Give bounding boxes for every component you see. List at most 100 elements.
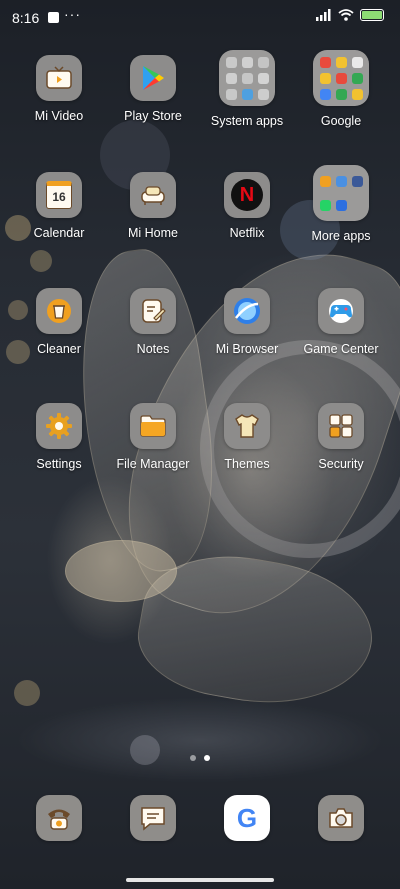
app-mi-video[interactable]: Mi Video <box>12 55 106 123</box>
app-play-store[interactable]: Play Store <box>106 55 200 123</box>
signal-icon <box>316 9 331 21</box>
folder-file-icon <box>130 403 176 449</box>
mini-app-icon <box>257 56 269 68</box>
google-logo-glyph: G <box>236 802 258 833</box>
app-settings[interactable]: Settings <box>12 403 106 471</box>
phone-icon <box>36 795 82 841</box>
notes-icon <box>130 288 176 334</box>
browser-icon <box>224 288 270 334</box>
mini-app-icon <box>335 56 347 68</box>
folder-more-apps[interactable]: More apps <box>294 165 388 243</box>
wallpaper-butterfly-body <box>65 540 177 602</box>
mini-app-icon <box>257 72 269 84</box>
mini-app-icon <box>335 88 347 100</box>
app-label: Notes <box>136 342 170 356</box>
app-label: More apps <box>311 229 371 243</box>
app-mi-browser[interactable]: Mi Browser <box>200 288 294 356</box>
page-indicator[interactable] <box>0 755 400 761</box>
battery-icon <box>360 9 384 21</box>
mini-app-icon <box>241 56 253 68</box>
app-security[interactable]: Security <box>294 403 388 471</box>
clock: 8:16 <box>12 10 40 26</box>
app-cleaner[interactable]: Cleaner <box>12 288 106 356</box>
wallpaper-bokeh <box>14 680 40 706</box>
app-calendar[interactable]: 16 Calendar <box>12 172 106 240</box>
app-label: Settings <box>36 457 82 471</box>
mini-app-icon <box>335 72 347 84</box>
app-label: Game Center <box>303 342 379 356</box>
calendar-icon: 16 <box>36 172 82 218</box>
netflix-logo-glyph: N <box>239 183 255 206</box>
folder-icon <box>313 50 369 106</box>
calendar-date: 16 <box>52 190 66 204</box>
mini-app-icon <box>351 56 363 68</box>
mini-app-icon <box>241 88 253 100</box>
mini-app-icon <box>319 88 331 100</box>
status-bar: 8:16 ··· <box>0 0 400 36</box>
dock-chrome[interactable]: G <box>200 795 294 841</box>
mini-app-icon <box>257 88 269 100</box>
mini-app-icon <box>335 175 347 187</box>
more-notifications-icon: ··· <box>64 6 81 22</box>
mini-app-icon <box>319 72 331 84</box>
page-dot-active[interactable] <box>204 755 210 761</box>
dock-phone[interactable] <box>12 795 106 841</box>
dock-messages[interactable] <box>106 795 200 841</box>
app-label: Cleaner <box>37 342 81 356</box>
tv-icon <box>36 55 82 101</box>
app-label: Security <box>318 457 364 471</box>
mini-app-icon <box>351 88 363 100</box>
app-label: Calendar <box>33 226 85 240</box>
app-label: Mi Video <box>34 109 84 123</box>
mi-home-icon <box>130 172 176 218</box>
mini-app-icon <box>225 88 237 100</box>
mini-app-icon <box>351 175 363 187</box>
app-mi-home[interactable]: Mi Home <box>106 172 200 240</box>
mini-app-icon <box>225 72 237 84</box>
camera-icon <box>318 795 364 841</box>
wifi-icon <box>338 9 354 21</box>
wallpaper-wing-lower <box>129 540 383 722</box>
app-label: Mi Home <box>127 226 178 240</box>
security-icon <box>318 403 364 449</box>
netflix-icon: N <box>224 172 270 218</box>
app-file-manager[interactable]: File Manager <box>106 403 200 471</box>
play-store-icon <box>130 55 176 101</box>
app-label: Google <box>320 114 362 128</box>
mini-app-icon <box>241 72 253 84</box>
dock-camera[interactable] <box>294 795 388 841</box>
home-indicator[interactable] <box>126 878 274 882</box>
netflix-badge: N <box>231 179 263 211</box>
app-label: File Manager <box>116 457 190 471</box>
mini-app-icon <box>319 199 331 211</box>
google-chrome-icon: G <box>224 795 270 841</box>
folder-icon <box>219 50 275 106</box>
app-label: System apps <box>210 114 284 128</box>
system-indicators <box>316 9 384 21</box>
mini-app-icon <box>225 56 237 68</box>
wallpaper-bokeh <box>30 250 52 272</box>
mini-app-icon <box>351 72 363 84</box>
app-label: Themes <box>224 457 270 471</box>
app-themes[interactable]: Themes <box>200 403 294 471</box>
game-controller-icon <box>318 288 364 334</box>
folder-icon <box>313 165 369 221</box>
page-dot[interactable] <box>190 755 196 761</box>
app-label: Netflix <box>229 226 265 240</box>
calendar-page: 16 <box>46 181 72 209</box>
app-netflix[interactable]: N Netflix <box>200 172 294 240</box>
folder-google[interactable]: Google <box>294 50 388 128</box>
gear-icon <box>36 403 82 449</box>
messages-icon <box>130 795 176 841</box>
notification-icon <box>48 12 59 23</box>
folder-system-apps[interactable]: System apps <box>200 50 294 128</box>
app-label: Mi Browser <box>215 342 279 356</box>
cleaner-icon <box>36 288 82 334</box>
app-notes[interactable]: Notes <box>106 288 200 356</box>
tshirt-icon <box>224 403 270 449</box>
app-label: Play Store <box>124 109 182 123</box>
mini-app-icon <box>319 56 331 68</box>
app-game-center[interactable]: Game Center <box>294 288 388 356</box>
mini-app-icon <box>335 199 347 211</box>
mini-app-icon <box>319 175 331 187</box>
